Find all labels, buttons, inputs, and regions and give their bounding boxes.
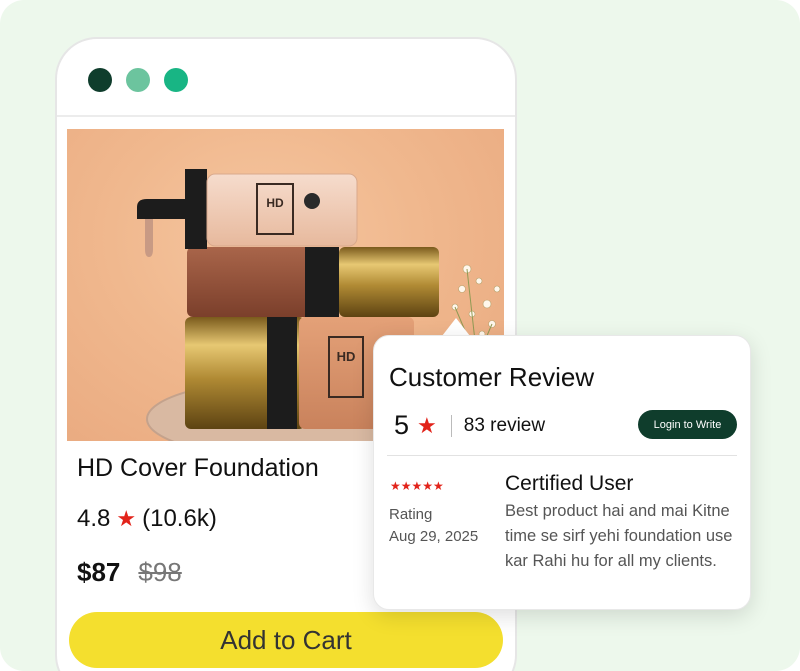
window-dot-1 (88, 68, 112, 92)
review-card-title: Customer Review (389, 362, 595, 392)
window-dot-2 (126, 68, 150, 92)
price-original: $98 (138, 557, 182, 587)
review-count: 83 review (463, 414, 546, 436)
five-star-rating-icon: ★★★★★ (390, 479, 444, 493)
star-icon: ★ (116, 506, 137, 531)
review-text: Best product hai and mai Kitne time se s… (505, 502, 733, 570)
svg-text:HD: HD (337, 349, 356, 364)
review-summary: 5 ★ 83 review (394, 410, 545, 441)
rating-label: Rating (389, 506, 433, 523)
review-date: Aug 29, 2025 (389, 528, 479, 545)
window-dots (88, 68, 188, 92)
svg-text:HD: HD (266, 196, 284, 210)
header-divider (57, 115, 515, 117)
review-score: 5 (394, 410, 410, 440)
review-divider (387, 455, 737, 456)
rating-value: 4.8 (77, 505, 111, 532)
product-rating: 4.8 ★ (10.6k) (77, 505, 217, 533)
window-dot-3 (164, 68, 188, 92)
price-row: $87 $98 (77, 557, 182, 588)
review-card-pointer (442, 318, 470, 336)
add-to-cart-button[interactable]: Add to Cart (69, 612, 503, 668)
reviewer-name: Certified User (505, 472, 634, 495)
star-icon: ★ (417, 412, 437, 438)
summary-divider (450, 414, 452, 437)
review-card: Customer Review 5 ★ 83 review Login to W… (373, 335, 751, 610)
login-to-write-button[interactable]: Login to Write (638, 410, 737, 439)
price-current: $87 (77, 557, 121, 587)
product-title: HD Cover Foundation (77, 454, 319, 482)
rating-count: (10.6k) (142, 505, 217, 532)
